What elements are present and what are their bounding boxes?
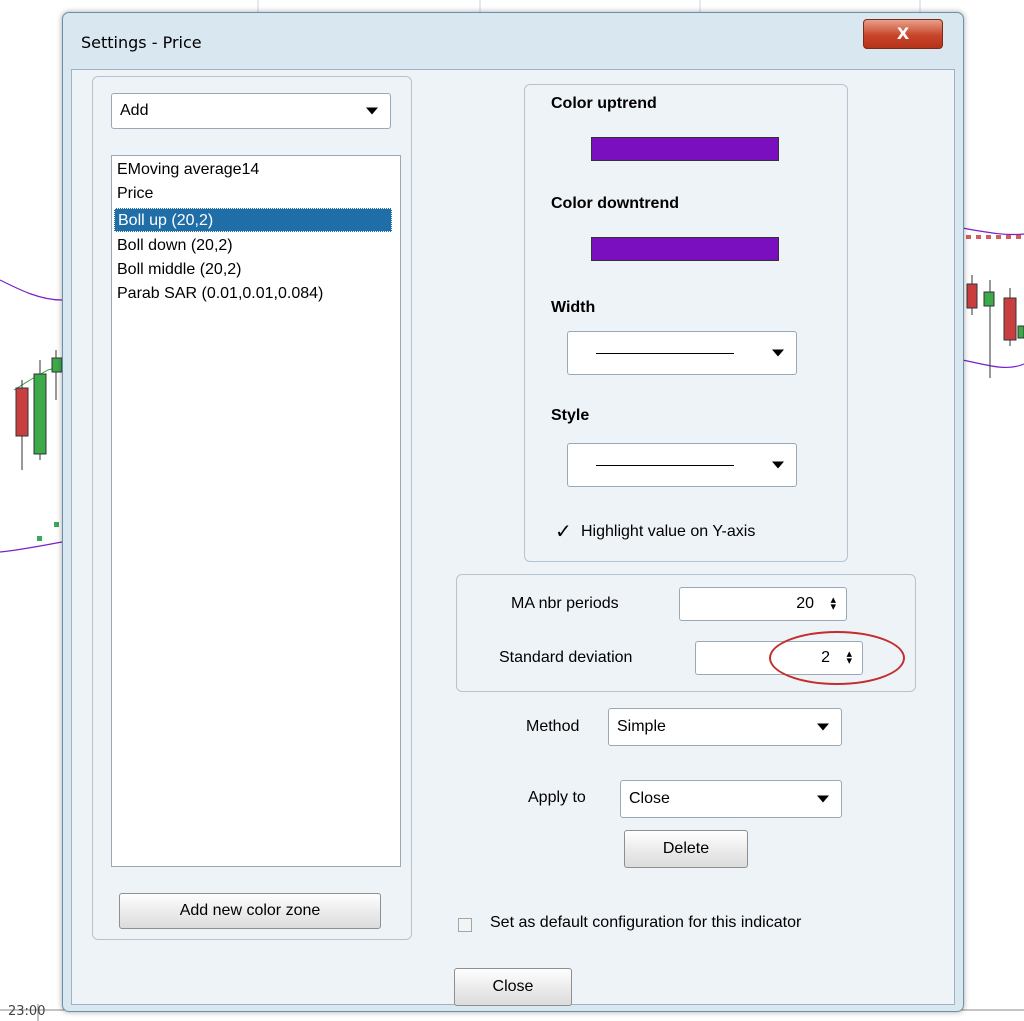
bollinger-lower-line-right xyxy=(961,359,1024,369)
width-select[interactable] xyxy=(567,331,797,375)
title-bar[interactable]: Settings - Price X xyxy=(63,13,963,69)
chevron-down-icon xyxy=(817,795,829,803)
parabolic-sar-dot xyxy=(966,235,971,239)
parabolic-sar-dot xyxy=(1006,235,1011,239)
method-label: Method xyxy=(526,718,580,735)
apply-to-select[interactable]: Close xyxy=(620,780,842,818)
params-group: MA nbr periods 20 ▴ ▾ Standard deviation … xyxy=(456,574,916,692)
highlight-label: Highlight value on Y-axis xyxy=(581,523,756,540)
candle-green xyxy=(51,357,63,373)
line-style-sample xyxy=(596,465,734,466)
indicator-listbox[interactable]: EMoving average14 Price Boll up (20,2) B… xyxy=(111,155,401,867)
apply-to-value: Close xyxy=(629,790,670,807)
apply-to-label: Apply to xyxy=(528,789,586,806)
style-group: Color uptrend Color downtrend Width Styl… xyxy=(524,84,848,562)
highlight-checkbox[interactable]: ✓ xyxy=(555,521,575,541)
candle-green xyxy=(983,291,995,307)
candle-green xyxy=(33,373,47,455)
width-label: Width xyxy=(551,299,596,316)
chevron-down-icon xyxy=(772,349,784,357)
parabolic-sar-dot xyxy=(37,536,42,541)
candle-red xyxy=(1003,297,1017,341)
highlight-annotation-circle xyxy=(769,631,905,685)
color-downtrend-label: Color downtrend xyxy=(551,195,679,212)
list-item[interactable]: EMoving average14 xyxy=(114,158,262,182)
window-title: Settings - Price xyxy=(81,33,202,52)
default-config-label: Set as default configuration for this in… xyxy=(490,914,802,931)
list-item[interactable]: Price xyxy=(114,182,156,206)
default-config-checkbox[interactable] xyxy=(458,918,472,932)
method-value: Simple xyxy=(617,718,666,735)
list-item[interactable]: Boll middle (20,2) xyxy=(114,258,245,282)
std-dev-label: Standard deviation xyxy=(499,649,633,666)
ma-periods-label: MA nbr periods xyxy=(511,595,619,612)
bollinger-lower-line-left xyxy=(0,541,63,553)
checkmark-icon: ✓ xyxy=(555,519,572,543)
spinner-arrows-icon[interactable]: ▴ ▾ xyxy=(830,595,836,613)
parabolic-sar-dot xyxy=(986,235,991,239)
style-select[interactable] xyxy=(567,443,797,487)
list-item[interactable]: Parab SAR (0.01,0.01,0.084) xyxy=(114,282,326,306)
close-window-button[interactable]: X xyxy=(863,19,943,49)
method-select[interactable]: Simple xyxy=(608,708,842,746)
bollinger-upper-line-right xyxy=(961,227,1024,236)
close-icon: X xyxy=(896,24,910,43)
indicator-list-group: Add EMoving average14 Price Boll up (20,… xyxy=(92,76,412,940)
delete-button[interactable]: Delete xyxy=(624,830,748,868)
add-select-value: Add xyxy=(120,102,149,119)
color-uptrend-swatch[interactable] xyxy=(591,137,779,161)
parabolic-sar-dot xyxy=(976,235,981,239)
candle-red xyxy=(15,387,29,437)
candle-red xyxy=(966,283,978,309)
settings-dialog: Settings - Price X Add EMoving average14… xyxy=(62,12,964,1012)
add-indicator-select[interactable]: Add xyxy=(111,93,391,129)
list-item-selected[interactable]: Boll up (20,2) xyxy=(114,208,392,232)
list-item[interactable]: Boll down (20,2) xyxy=(114,234,236,258)
ma-periods-value: 20 xyxy=(796,595,814,612)
line-width-sample xyxy=(596,353,734,354)
dialog-content: Add EMoving average14 Price Boll up (20,… xyxy=(71,69,955,1006)
style-label: Style xyxy=(551,407,590,424)
color-uptrend-label: Color uptrend xyxy=(551,95,657,112)
time-axis-label: 23:00 xyxy=(8,1004,46,1019)
ma-periods-spinner[interactable]: 20 ▴ ▾ xyxy=(679,587,847,621)
chevron-down-icon xyxy=(772,461,784,469)
close-button[interactable]: Close xyxy=(454,968,572,1006)
parabolic-sar-dot xyxy=(996,235,1001,239)
candle-green xyxy=(1017,325,1024,339)
chevron-down-icon xyxy=(366,107,378,115)
bollinger-upper-line-left xyxy=(0,279,63,301)
chevron-down-icon xyxy=(817,723,829,731)
color-downtrend-swatch[interactable] xyxy=(591,237,779,261)
parabolic-sar-dot xyxy=(54,522,59,527)
add-color-zone-button[interactable]: Add new color zone xyxy=(119,893,381,929)
parabolic-sar-dot xyxy=(1016,235,1021,239)
